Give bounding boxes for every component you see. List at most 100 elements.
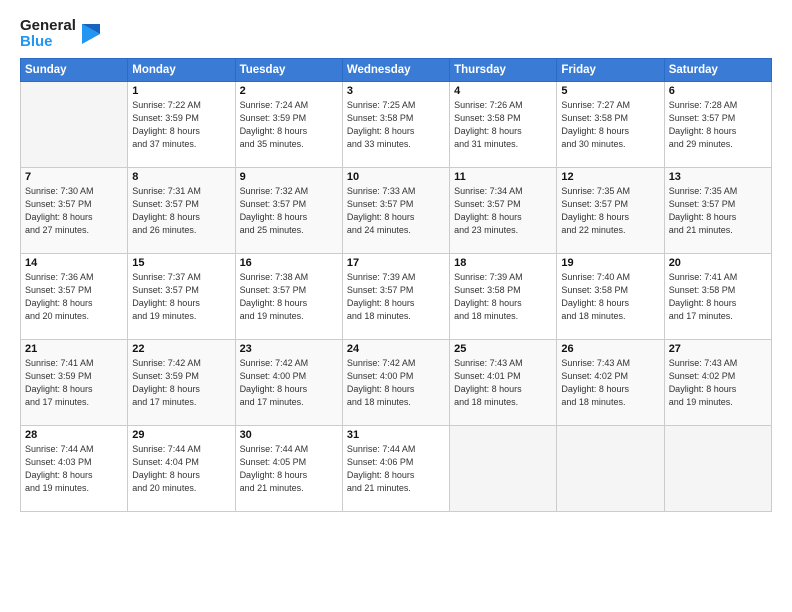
day-cell: 30 Sunrise: 7:44 AMSunset: 4:05 PMDayligh… bbox=[235, 425, 342, 511]
day-info: Sunrise: 7:44 AMSunset: 4:06 PMDaylight:… bbox=[347, 443, 445, 495]
day-cell: 20 Sunrise: 7:41 AMSunset: 3:58 PMDayligh… bbox=[664, 253, 771, 339]
day-cell: 28 Sunrise: 7:44 AMSunset: 4:03 PMDayligh… bbox=[21, 425, 128, 511]
day-info: Sunrise: 7:27 AMSunset: 3:58 PMDaylight:… bbox=[561, 99, 659, 151]
day-info: Sunrise: 7:36 AMSunset: 3:57 PMDaylight:… bbox=[25, 271, 123, 323]
day-info: Sunrise: 7:42 AMSunset: 4:00 PMDaylight:… bbox=[240, 357, 338, 409]
day-number: 21 bbox=[25, 343, 123, 355]
day-cell: 11 Sunrise: 7:34 AMSunset: 3:57 PMDayligh… bbox=[450, 167, 557, 253]
day-number: 11 bbox=[454, 171, 552, 183]
day-info: Sunrise: 7:42 AMSunset: 4:00 PMDaylight:… bbox=[347, 357, 445, 409]
day-number: 22 bbox=[132, 343, 230, 355]
day-info: Sunrise: 7:30 AMSunset: 3:57 PMDaylight:… bbox=[25, 185, 123, 237]
day-cell: 9Sunrise: 7:32 AMSunset: 3:57 PMDaylight… bbox=[235, 167, 342, 253]
day-info: Sunrise: 7:33 AMSunset: 3:57 PMDaylight:… bbox=[347, 185, 445, 237]
day-cell bbox=[21, 81, 128, 167]
week-row-4: 21 Sunrise: 7:41 AMSunset: 3:59 PMDayligh… bbox=[21, 339, 772, 425]
day-cell: 21 Sunrise: 7:41 AMSunset: 3:59 PMDayligh… bbox=[21, 339, 128, 425]
day-info: Sunrise: 7:28 AMSunset: 3:57 PMDaylight:… bbox=[669, 99, 767, 151]
calendar-table: SundayMondayTuesdayWednesdayThursdayFrid… bbox=[20, 58, 772, 512]
day-cell: 22 Sunrise: 7:42 AMSunset: 3:59 PMDayligh… bbox=[128, 339, 235, 425]
day-info: Sunrise: 7:25 AMSunset: 3:58 PMDaylight:… bbox=[347, 99, 445, 151]
day-number: 26 bbox=[561, 343, 659, 355]
day-cell: 15Sunrise: 7:37 AMSunset: 3:57 PMDayligh… bbox=[128, 253, 235, 339]
day-cell: 19 Sunrise: 7:40 AMSunset: 3:58 PMDayligh… bbox=[557, 253, 664, 339]
day-info: Sunrise: 7:41 AMSunset: 3:59 PMDaylight:… bbox=[25, 357, 123, 409]
day-number: 3 bbox=[347, 85, 445, 97]
day-number: 14 bbox=[25, 257, 123, 269]
day-number: 31 bbox=[347, 429, 445, 441]
day-number: 25 bbox=[454, 343, 552, 355]
day-cell: 10 Sunrise: 7:33 AMSunset: 3:57 PMDayligh… bbox=[342, 167, 449, 253]
day-info: Sunrise: 7:35 AMSunset: 3:57 PMDaylight:… bbox=[669, 185, 767, 237]
day-number: 17 bbox=[347, 257, 445, 269]
day-number: 1 bbox=[132, 85, 230, 97]
day-number: 19 bbox=[561, 257, 659, 269]
weekday-header-row: SundayMondayTuesdayWednesdayThursdayFrid… bbox=[21, 58, 772, 81]
day-info: Sunrise: 7:31 AMSunset: 3:57 PMDaylight:… bbox=[132, 185, 230, 237]
day-cell: 5 Sunrise: 7:27 AMSunset: 3:58 PMDaylight… bbox=[557, 81, 664, 167]
day-info: Sunrise: 7:39 AMSunset: 3:57 PMDaylight:… bbox=[347, 271, 445, 323]
day-info: Sunrise: 7:35 AMSunset: 3:57 PMDaylight:… bbox=[561, 185, 659, 237]
day-info: Sunrise: 7:40 AMSunset: 3:58 PMDaylight:… bbox=[561, 271, 659, 323]
day-cell: 17 Sunrise: 7:39 AMSunset: 3:57 PMDayligh… bbox=[342, 253, 449, 339]
weekday-header-wednesday: Wednesday bbox=[342, 58, 449, 81]
day-cell: 26 Sunrise: 7:43 AMSunset: 4:02 PMDayligh… bbox=[557, 339, 664, 425]
day-number: 13 bbox=[669, 171, 767, 183]
day-cell: 24 Sunrise: 7:42 AMSunset: 4:00 PMDayligh… bbox=[342, 339, 449, 425]
day-info: Sunrise: 7:34 AMSunset: 3:57 PMDaylight:… bbox=[454, 185, 552, 237]
day-info: Sunrise: 7:41 AMSunset: 3:58 PMDaylight:… bbox=[669, 271, 767, 323]
weekday-header-tuesday: Tuesday bbox=[235, 58, 342, 81]
day-cell: 12 Sunrise: 7:35 AMSunset: 3:57 PMDayligh… bbox=[557, 167, 664, 253]
day-cell bbox=[450, 425, 557, 511]
day-cell: 6 Sunrise: 7:28 AMSunset: 3:57 PMDaylight… bbox=[664, 81, 771, 167]
day-number: 4 bbox=[454, 85, 552, 97]
day-number: 5 bbox=[561, 85, 659, 97]
day-cell: 13 Sunrise: 7:35 AMSunset: 3:57 PMDayligh… bbox=[664, 167, 771, 253]
day-cell bbox=[664, 425, 771, 511]
day-cell: 29Sunrise: 7:44 AMSunset: 4:04 PMDayligh… bbox=[128, 425, 235, 511]
day-cell: 3 Sunrise: 7:25 AMSunset: 3:58 PMDaylight… bbox=[342, 81, 449, 167]
week-row-3: 14 Sunrise: 7:36 AMSunset: 3:57 PMDayligh… bbox=[21, 253, 772, 339]
day-info: Sunrise: 7:22 AMSunset: 3:59 PMDaylight:… bbox=[132, 99, 230, 151]
day-number: 6 bbox=[669, 85, 767, 97]
day-number: 12 bbox=[561, 171, 659, 183]
weekday-header-sunday: Sunday bbox=[21, 58, 128, 81]
day-cell: 4 Sunrise: 7:26 AMSunset: 3:58 PMDaylight… bbox=[450, 81, 557, 167]
day-info: Sunrise: 7:44 AMSunset: 4:03 PMDaylight:… bbox=[25, 443, 123, 495]
day-cell bbox=[557, 425, 664, 511]
header: General Blue bbox=[20, 18, 772, 50]
day-number: 23 bbox=[240, 343, 338, 355]
logo: General Blue bbox=[20, 18, 100, 50]
week-row-5: 28 Sunrise: 7:44 AMSunset: 4:03 PMDayligh… bbox=[21, 425, 772, 511]
day-number: 9 bbox=[240, 171, 338, 183]
day-cell: 31 Sunrise: 7:44 AMSunset: 4:06 PMDayligh… bbox=[342, 425, 449, 511]
day-cell: 18 Sunrise: 7:39 AMSunset: 3:58 PMDayligh… bbox=[450, 253, 557, 339]
day-cell: 8Sunrise: 7:31 AMSunset: 3:57 PMDaylight… bbox=[128, 167, 235, 253]
day-cell: 7 Sunrise: 7:30 AMSunset: 3:57 PMDaylight… bbox=[21, 167, 128, 253]
day-info: Sunrise: 7:42 AMSunset: 3:59 PMDaylight:… bbox=[132, 357, 230, 409]
day-number: 10 bbox=[347, 171, 445, 183]
day-number: 29 bbox=[132, 429, 230, 441]
day-info: Sunrise: 7:39 AMSunset: 3:58 PMDaylight:… bbox=[454, 271, 552, 323]
weekday-header-thursday: Thursday bbox=[450, 58, 557, 81]
day-number: 30 bbox=[240, 429, 338, 441]
day-cell: 1 Sunrise: 7:22 AMSunset: 3:59 PMDaylight… bbox=[128, 81, 235, 167]
weekday-header-monday: Monday bbox=[128, 58, 235, 81]
day-info: Sunrise: 7:44 AMSunset: 4:05 PMDaylight:… bbox=[240, 443, 338, 495]
day-number: 28 bbox=[25, 429, 123, 441]
day-number: 24 bbox=[347, 343, 445, 355]
day-number: 18 bbox=[454, 257, 552, 269]
week-row-2: 7 Sunrise: 7:30 AMSunset: 3:57 PMDaylight… bbox=[21, 167, 772, 253]
day-number: 20 bbox=[669, 257, 767, 269]
day-cell: 14 Sunrise: 7:36 AMSunset: 3:57 PMDayligh… bbox=[21, 253, 128, 339]
day-info: Sunrise: 7:38 AMSunset: 3:57 PMDaylight:… bbox=[240, 271, 338, 323]
day-cell: 25Sunrise: 7:43 AMSunset: 4:01 PMDayligh… bbox=[450, 339, 557, 425]
day-info: Sunrise: 7:26 AMSunset: 3:58 PMDaylight:… bbox=[454, 99, 552, 151]
day-number: 7 bbox=[25, 171, 123, 183]
calendar-page: General Blue SundayMondayTuesdayWednesda… bbox=[0, 0, 792, 612]
day-cell: 2Sunrise: 7:24 AMSunset: 3:59 PMDaylight… bbox=[235, 81, 342, 167]
day-cell: 16Sunrise: 7:38 AMSunset: 3:57 PMDayligh… bbox=[235, 253, 342, 339]
day-info: Sunrise: 7:43 AMSunset: 4:02 PMDaylight:… bbox=[561, 357, 659, 409]
weekday-header-saturday: Saturday bbox=[664, 58, 771, 81]
day-info: Sunrise: 7:43 AMSunset: 4:02 PMDaylight:… bbox=[669, 357, 767, 409]
